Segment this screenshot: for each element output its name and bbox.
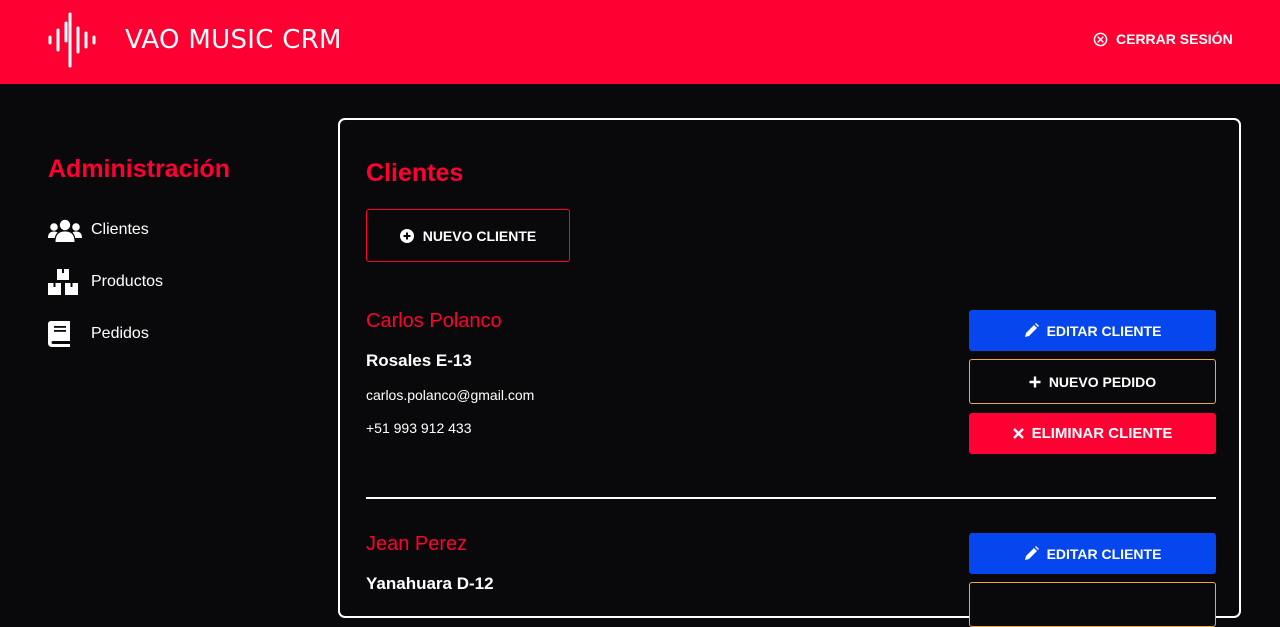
client-address: Rosales E-13 [366,351,472,370]
sidebar-item-clientes[interactable]: Clientes [48,216,149,244]
edit-client-button[interactable]: EDITAR CLIENTE [969,533,1216,574]
logout-label: CERRAR SESIÓN [1116,31,1233,47]
sound-wave-logo-icon [48,12,96,68]
sidebar-title: Administración [48,155,230,183]
client-divider [366,497,1216,499]
page-title: Clientes [366,159,464,187]
boxes-icon [48,269,82,295]
close-icon [1012,428,1024,439]
new-order-button[interactable] [969,582,1216,627]
app-brand-title: VAO MUSIC CRM [125,25,342,55]
edit-client-button[interactable]: EDITAR CLIENTE [969,310,1216,351]
plus-circle-icon [399,228,414,243]
close-circle-icon [1093,32,1108,46]
new-order-button[interactable]: NUEVO PEDIDO [969,359,1216,404]
client-address: Yanahuara D-12 [366,574,494,593]
pencil-icon [1024,323,1039,337]
logout-button[interactable]: CERRAR SESIÓN [1093,30,1233,48]
client-email: carlos.polanco@gmail.com [366,387,535,403]
delete-client-label: ELIMINAR CLIENTE [1031,425,1173,442]
sidebar-item-label: Productos [91,273,164,290]
sidebar-item-pedidos[interactable]: Pedidos [48,320,149,348]
new-client-button[interactable]: NUEVO CLIENTE [366,209,570,262]
pencil-icon [1024,546,1039,560]
client-phone: +51 993 912 433 [366,420,472,436]
client-name: Jean Perez [366,533,468,555]
plus-icon [1029,376,1041,387]
book-icon [48,321,82,347]
new-order-label: NUEVO PEDIDO [1048,373,1157,390]
sidebar-item-label: Pedidos [91,325,149,342]
users-icon [48,217,82,243]
sidebar-item-label: Clientes [91,221,149,238]
new-client-label: NUEVO CLIENTE [422,227,537,244]
edit-client-label: EDITAR CLIENTE [1046,545,1162,562]
sidebar-item-productos[interactable]: Productos [48,268,163,296]
top-navbar: VAO MUSIC CRM CERRAR SESIÓN [0,0,1280,84]
delete-client-button[interactable]: ELIMINAR CLIENTE [969,413,1216,454]
client-name: Carlos Polanco [366,310,502,332]
edit-client-label: EDITAR CLIENTE [1046,322,1162,339]
